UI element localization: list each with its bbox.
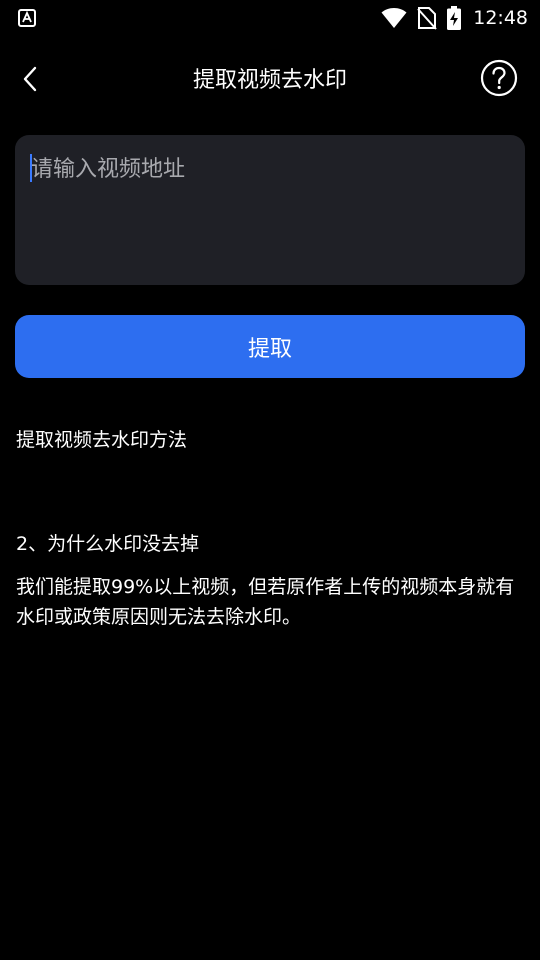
- help-button[interactable]: [480, 59, 518, 97]
- video-url-input[interactable]: [15, 135, 525, 285]
- text-caret: [30, 154, 32, 182]
- extract-button[interactable]: 提取: [15, 315, 525, 378]
- battery-charging-icon: [447, 6, 462, 30]
- help-section-title: 提取视频去水印方法: [16, 429, 188, 451]
- faq-question: 2、为什么水印没去掉: [16, 533, 200, 555]
- app-header: 提取视频去水印: [0, 44, 540, 114]
- faq-answer: 我们能提取99%以上视频，但若原作者上传的视频本身就有水印或政策原因则无法去除水…: [16, 576, 515, 628]
- status-time: 12:48: [473, 7, 528, 29]
- wifi-icon: [381, 8, 407, 28]
- page-title: 提取视频去水印: [192, 68, 347, 93]
- no-sim-icon: [417, 7, 437, 30]
- status-bar: 12:48: [0, 0, 540, 36]
- app-notification-icon: [18, 9, 36, 27]
- question-circle-icon: [480, 59, 518, 97]
